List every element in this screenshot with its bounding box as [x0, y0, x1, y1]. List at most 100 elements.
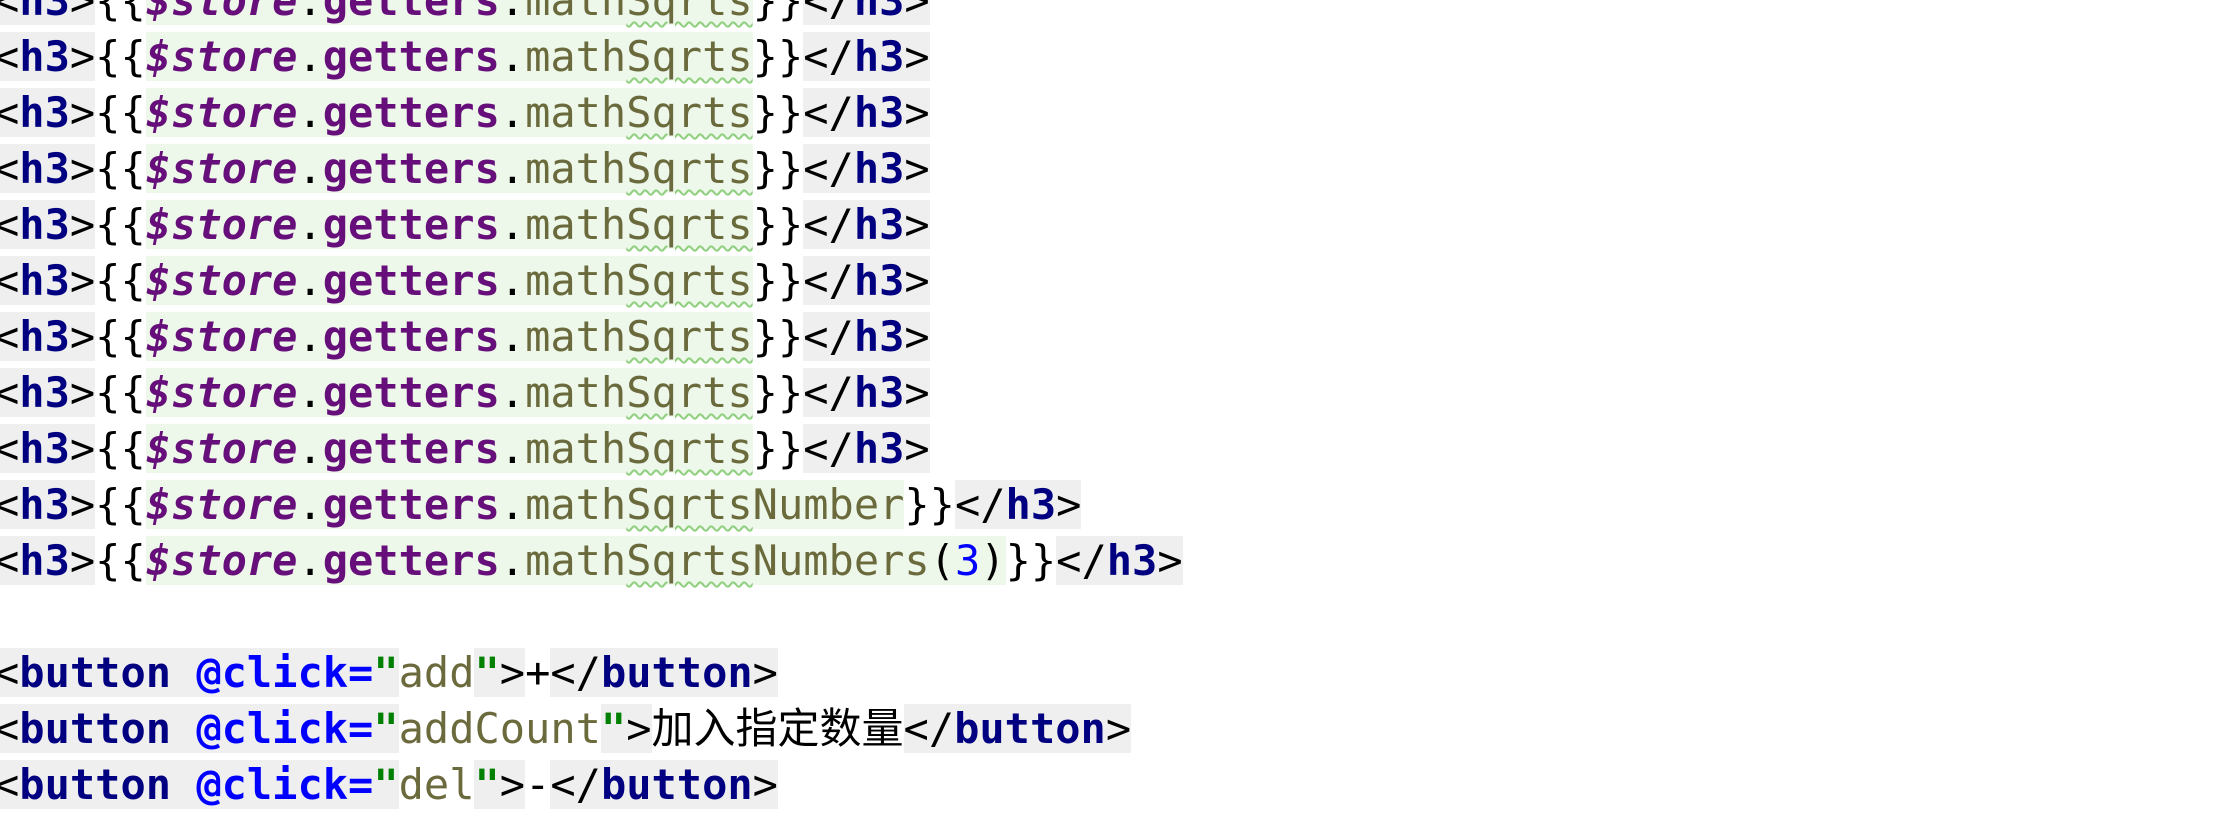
getters-token: getters [322, 88, 500, 137]
tag-bracket: > [69, 536, 96, 585]
tag-bracket: > [69, 200, 96, 249]
getters-token: getters [322, 536, 500, 585]
code-line[interactable]: <h3>{{$store.getters.mathSqrts}}</h3> [0, 309, 930, 365]
open-tag: <h3> [0, 88, 96, 137]
tag-name: h3 [853, 312, 905, 361]
tag-bracket: </ [803, 32, 854, 81]
close-tag: </h3> [803, 312, 930, 361]
code-line[interactable]: <h3>{{$store.getters.mathSqrts}}</h3> [0, 141, 930, 197]
dot: . [297, 32, 323, 81]
interp-open: {{ [95, 144, 146, 193]
tag-bracket: > [69, 88, 96, 137]
interp-close: }} [752, 424, 804, 473]
code-line[interactable]: <button @click="add">+</button> [0, 645, 778, 701]
quote: " [474, 648, 500, 697]
interp-close: }} [752, 0, 804, 25]
interp-close: }} [752, 368, 804, 417]
getters-token: getters [322, 424, 500, 473]
dot: . [499, 424, 526, 473]
tag-bracket: > [499, 760, 526, 809]
code-line[interactable]: <h3>{{$store.getters.mathSqrts}}</h3> [0, 421, 930, 477]
open-tag: <button @click=" [0, 704, 399, 753]
store-token: $store [145, 424, 298, 473]
store-token: $store [145, 256, 298, 305]
code-line[interactable]: <h3>{{$store.getters.mathSqrts}}</h3> [0, 197, 930, 253]
dot: . [499, 368, 526, 417]
tag-name: h3 [853, 200, 905, 249]
getters-token: getters [322, 256, 500, 305]
dot: . [297, 368, 323, 417]
tag-name: button [19, 704, 172, 753]
store-token: $store [145, 88, 298, 137]
tag-bracket: > [69, 368, 96, 417]
attribute-name: @click= [196, 704, 374, 753]
code-line[interactable]: <button @click="addCount">加入指定数量</button… [0, 701, 1132, 757]
tag-name: h3 [853, 424, 905, 473]
tag-bracket: > [904, 200, 930, 249]
attr-end: "> [474, 760, 526, 809]
getter-name: mathSqrts [525, 312, 753, 361]
tag-bracket: </ [903, 704, 955, 753]
tag-bracket: </ [803, 0, 854, 25]
getters-token: getters [322, 480, 500, 529]
tag-name: h3 [853, 32, 905, 81]
tag-bracket: < [0, 760, 20, 809]
tag-bracket: </ [803, 88, 854, 137]
spelling-underline: Sqrts [626, 368, 753, 417]
open-tag: <h3> [0, 200, 96, 249]
tag-name: h3 [19, 88, 70, 137]
tag-bracket: > [904, 256, 930, 305]
code-editor[interactable]: <h3>{{$store.getters.mathSqrts}}</h3> <h3… [0, 0, 2216, 809]
tag-bracket: > [69, 32, 96, 81]
interp-open: {{ [95, 424, 146, 473]
handler-name: addCount [398, 704, 601, 753]
paren: ( [929, 536, 955, 585]
close-tag: </h3> [1056, 536, 1183, 585]
tag-bracket: > [499, 648, 526, 697]
tag-bracket: > [904, 32, 930, 81]
tag-bracket: </ [954, 480, 1006, 529]
spelling-underline: Sqrts [626, 256, 753, 305]
interp-open: {{ [95, 0, 146, 25]
tag-bracket: > [69, 312, 96, 361]
open-tag: <h3> [0, 0, 96, 25]
code-line[interactable]: <h3>{{$store.getters.mathSqrts}}</h3> [0, 29, 930, 85]
interpolation-expression: $store.getters.mathSqrts [145, 424, 753, 473]
button-text: 加入指定数量 [651, 704, 904, 753]
tag-bracket: </ [803, 424, 854, 473]
code-line[interactable]: <h3>{{$store.getters.mathSqrts}}</h3> [0, 253, 930, 309]
tag-bracket: < [0, 0, 20, 25]
interp-open: {{ [95, 480, 146, 529]
getters-token: getters [322, 200, 500, 249]
tag-name: h3 [19, 424, 70, 473]
quote: " [600, 704, 627, 753]
handler-name: add [398, 648, 475, 697]
code-line[interactable]: <h3>{{$store.getters.mathSqrtsNumber}}</… [0, 477, 1082, 533]
tag-bracket: < [0, 424, 20, 473]
tag-name: h3 [19, 144, 70, 193]
tag-bracket: </ [1056, 536, 1107, 585]
dot: . [297, 0, 323, 25]
tag-bracket: </ [803, 312, 854, 361]
tag-bracket: < [0, 256, 20, 305]
dot: . [297, 536, 323, 585]
tag-name: button [954, 704, 1106, 753]
quote: " [373, 760, 399, 809]
tag-bracket: > [904, 144, 930, 193]
dot: . [297, 88, 323, 137]
code-line[interactable]: <h3>{{$store.getters.mathSqrts}}</h3> [0, 365, 930, 421]
attr-end: "> [474, 648, 526, 697]
code-line[interactable]: <button @click="del">-</button> [0, 757, 778, 813]
code-line[interactable]: <h3>{{$store.getters.mathSqrts}}</h3> [0, 85, 930, 141]
getter-name: mathSqrtsNumbers [525, 536, 930, 585]
tag-bracket: < [0, 704, 20, 753]
close-tag: </button> [550, 648, 778, 697]
tag-bracket: > [626, 704, 652, 753]
getter-name: mathSqrts [525, 32, 753, 81]
code-line[interactable]: <h3>{{$store.getters.mathSqrtsNumbers(3)… [0, 533, 1183, 589]
tag-bracket: > [904, 424, 930, 473]
tag-name: h3 [19, 0, 70, 25]
interp-open: {{ [95, 256, 146, 305]
dot: . [499, 200, 526, 249]
code-line[interactable]: <h3>{{$store.getters.mathSqrts}}</h3> [0, 0, 930, 29]
